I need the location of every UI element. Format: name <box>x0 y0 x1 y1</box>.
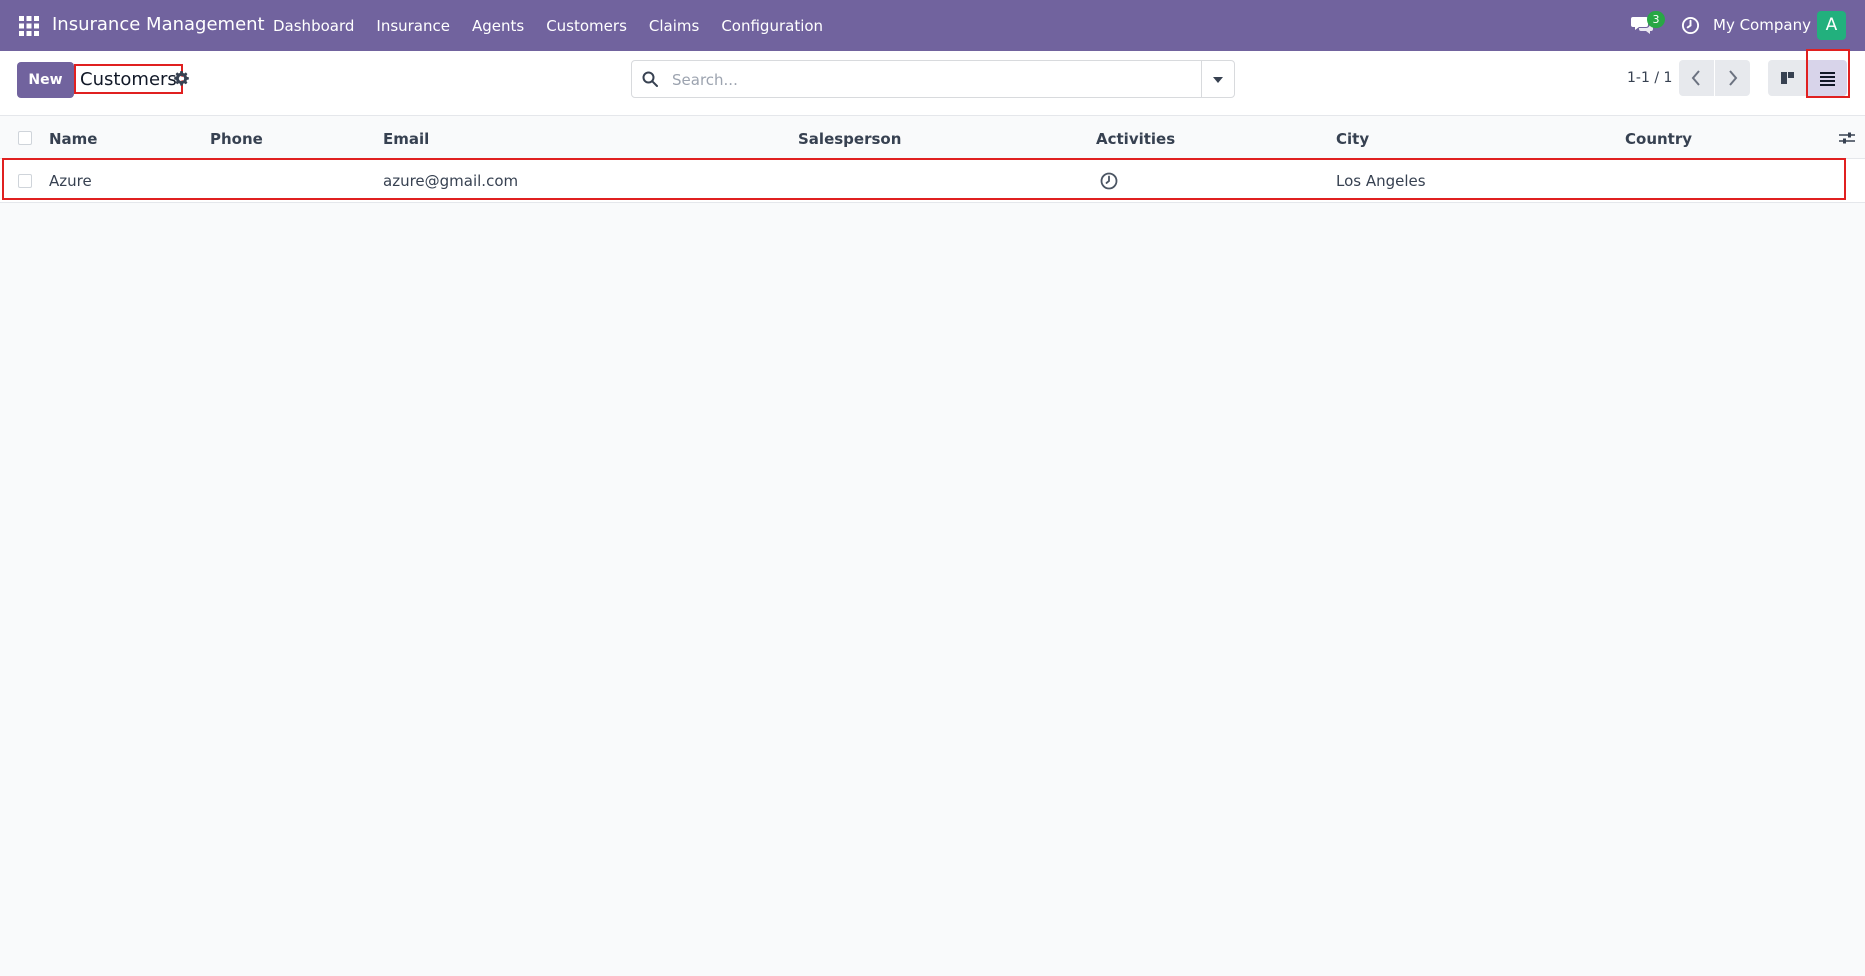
column-header-city[interactable]: City <box>1336 130 1369 148</box>
column-header-salesperson[interactable]: Salesperson <box>798 130 901 148</box>
column-header-email[interactable]: Email <box>383 130 429 148</box>
row-checkbox[interactable] <box>18 174 32 188</box>
cell-name: Azure <box>49 172 92 190</box>
apps-grid-icon[interactable] <box>19 16 39 36</box>
cell-email: azure@gmail.com <box>383 172 519 190</box>
select-all-checkbox[interactable] <box>18 131 32 145</box>
chevron-left-icon <box>1691 70 1700 86</box>
column-header-name[interactable]: Name <box>49 130 97 148</box>
activity-clock-icon[interactable] <box>1100 172 1118 190</box>
pager-previous-button[interactable] <box>1679 60 1714 96</box>
chat-count-badge: 3 <box>1647 11 1665 28</box>
menu-item-insurance[interactable]: Insurance <box>365 17 461 35</box>
app-title[interactable]: Insurance Management <box>52 14 265 35</box>
cell-city: Los Angeles <box>1336 172 1426 190</box>
kanban-icon <box>1781 72 1794 84</box>
optional-columns-icon[interactable] <box>1839 131 1855 145</box>
table-header: Name Phone Email Salesperson Activities … <box>0 117 1865 159</box>
menu-item-configuration[interactable]: Configuration <box>710 17 834 35</box>
kanban-view-button[interactable] <box>1768 60 1807 96</box>
activity-clock-icon[interactable] <box>1681 16 1700 35</box>
top-navbar: Insurance Management Dashboard Insurance… <box>0 0 1865 51</box>
menu-item-dashboard[interactable]: Dashboard <box>262 17 365 35</box>
user-avatar[interactable]: A <box>1817 11 1846 40</box>
menu-item-customers[interactable]: Customers <box>535 17 638 35</box>
column-header-country[interactable]: Country <box>1625 130 1692 148</box>
table-row[interactable]: Azure azure@gmail.com Los Angeles <box>0 159 1865 203</box>
list-view-highlight <box>1806 49 1850 98</box>
caret-down-icon <box>1213 77 1223 83</box>
search-icon <box>642 71 658 87</box>
control-panel: New Customers 1-1 / 1 <box>0 51 1865 116</box>
column-header-activities[interactable]: Activities <box>1096 130 1175 148</box>
chevron-right-icon <box>1729 70 1738 86</box>
menu-item-claims[interactable]: Claims <box>638 17 710 35</box>
company-switcher[interactable]: My Company <box>1713 16 1811 34</box>
column-header-phone[interactable]: Phone <box>210 130 263 148</box>
pager-next-button[interactable] <box>1715 60 1750 96</box>
pager-value[interactable]: 1-1 / 1 <box>1627 70 1672 86</box>
menu-item-agents[interactable]: Agents <box>461 17 535 35</box>
gear-icon[interactable] <box>174 71 189 86</box>
page-title: Customers <box>74 64 183 94</box>
search-input[interactable] <box>670 63 1204 97</box>
main-menu: Dashboard Insurance Agents Customers Cla… <box>262 0 834 51</box>
search-bar <box>631 60 1235 98</box>
new-button[interactable]: New <box>17 62 74 98</box>
search-options-toggle[interactable] <box>1201 61 1234 97</box>
